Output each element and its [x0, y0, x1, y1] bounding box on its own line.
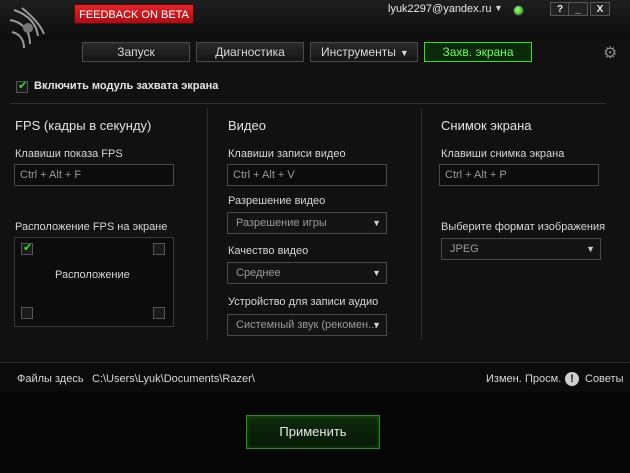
fps-corner-top-left[interactable]	[21, 241, 33, 255]
audio-device-select[interactable]: Системный звук (рекомен... ▼	[227, 314, 387, 336]
image-format-value: JPEG	[450, 243, 479, 255]
screenshot-hotkey-label: Клавиши снимка экрана	[441, 148, 565, 160]
chevron-down-icon: ▼	[372, 320, 381, 330]
chevron-down-icon: ▼	[399, 48, 409, 58]
minimize-button[interactable]: _	[568, 2, 588, 16]
fps-header: FPS (кадры в секунду)	[15, 118, 152, 133]
fps-corner-bottom-right[interactable]	[153, 307, 165, 319]
tab-screen-capture[interactable]: Захв. экрана	[424, 42, 532, 62]
video-resolution-value: Разрешение игры	[236, 217, 327, 229]
info-icon[interactable]: !	[565, 372, 579, 386]
chevron-down-icon: ▼	[372, 218, 381, 228]
video-resolution-select[interactable]: Разрешение игры ▼	[227, 212, 387, 234]
enable-capture-checkbox[interactable]	[16, 79, 28, 93]
files-path: C:\Users\Lyuk\Documents\Razer\	[92, 373, 255, 385]
image-format-label: Выберите формат изображения	[441, 221, 606, 233]
tab-tools-label: Инструменты	[321, 45, 396, 59]
tab-diagnostics[interactable]: Диагностика	[196, 42, 304, 62]
divider	[10, 103, 606, 104]
screenshot-hotkey-field[interactable]: Ctrl + Alt + P	[439, 164, 599, 186]
video-hotkey-field[interactable]: Ctrl + Alt + V	[227, 164, 387, 186]
screenshot-header: Снимок экрана	[441, 118, 532, 133]
razer-logo-icon	[9, 7, 45, 49]
video-quality-value: Среднее	[236, 267, 281, 279]
fps-corner-bottom-left[interactable]	[21, 307, 33, 319]
video-hotkey-label: Клавиши записи видео	[228, 148, 346, 160]
divider	[207, 108, 208, 340]
audio-device-value: Системный звук (рекомен...	[236, 319, 378, 331]
video-resolution-label: Разрешение видео	[228, 195, 326, 207]
gear-icon[interactable]: ⚙	[603, 43, 617, 63]
fps-position-grid	[14, 237, 174, 327]
change-path-link[interactable]: Измен.	[486, 373, 522, 385]
video-quality-label: Качество видео	[228, 245, 309, 257]
feedback-button[interactable]: FEEDBACK ON BETA	[74, 4, 194, 24]
enable-capture-label: Включить модуль захвата экрана	[34, 80, 219, 92]
close-button[interactable]: X	[590, 2, 610, 16]
video-quality-select[interactable]: Среднее ▼	[227, 262, 387, 284]
browse-path-link[interactable]: Просм.	[525, 373, 561, 385]
chevron-down-icon: ▼	[372, 268, 381, 278]
tab-launch[interactable]: Запуск	[82, 42, 190, 62]
fps-position-center-label: Расположение	[55, 269, 130, 281]
tips-link[interactable]: Советы	[585, 373, 623, 385]
apply-button[interactable]: Применить	[246, 415, 380, 449]
user-account[interactable]: lyuk2297@yandex.ru	[388, 3, 492, 15]
fps-hotkey-field[interactable]: Ctrl + Alt + F	[14, 164, 174, 186]
help-button[interactable]: ?	[550, 2, 570, 16]
fps-position-label: Расположение FPS на экране	[15, 221, 168, 233]
files-label: Файлы здесь	[17, 373, 84, 385]
tab-tools[interactable]: Инструменты ▼	[310, 42, 418, 62]
account-dropdown-icon[interactable]: ▼	[494, 3, 503, 13]
divider	[421, 108, 422, 340]
image-format-select[interactable]: JPEG ▼	[441, 238, 601, 260]
online-status-icon	[513, 5, 524, 16]
fps-hotkey-label: Клавиши показа FPS	[15, 148, 123, 160]
chevron-down-icon: ▼	[586, 244, 595, 254]
video-header: Видео	[228, 118, 266, 133]
audio-device-label: Устройство для записи аудио	[228, 296, 379, 308]
fps-corner-top-right[interactable]	[153, 243, 165, 255]
